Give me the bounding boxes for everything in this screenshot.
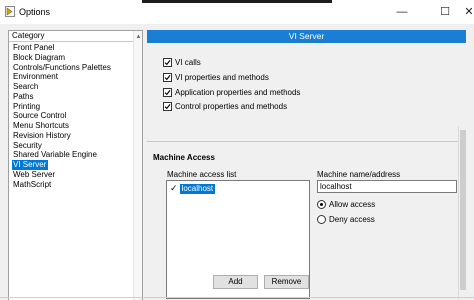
checkbox-row-vi-properties-methods[interactable]: VI properties and methods bbox=[163, 72, 269, 82]
checkbox-row-vi-calls[interactable]: VI calls bbox=[163, 57, 201, 67]
list-item[interactable]: ✓ localhost bbox=[170, 183, 216, 194]
category-header: Category bbox=[9, 31, 142, 42]
scroll-up-arrow-icon[interactable]: ▲ bbox=[135, 34, 142, 40]
window-title: Options bbox=[19, 7, 51, 17]
checkbox-label: Application properties and methods bbox=[175, 87, 301, 97]
radio-allow-access[interactable] bbox=[317, 199, 326, 209]
category-item-vi-server[interactable]: VI Server bbox=[12, 160, 49, 170]
machine-name-label: Machine name/address bbox=[317, 170, 401, 179]
section-divider bbox=[147, 141, 466, 142]
category-scrollbar[interactable]: ▲ bbox=[133, 31, 142, 300]
checkmark-icon bbox=[164, 74, 171, 80]
list-item-text: localhost bbox=[179, 183, 216, 194]
checkbox-vi-calls[interactable] bbox=[163, 57, 172, 67]
checkbox-application-properties-methods[interactable] bbox=[163, 87, 172, 97]
maximize-button[interactable]: ☐ bbox=[432, 3, 458, 21]
radio-label: Allow access bbox=[329, 199, 376, 209]
minimize-button[interactable]: — bbox=[389, 3, 415, 21]
checkbox-control-properties-methods[interactable] bbox=[163, 101, 172, 111]
machine-access-list-label: Machine access list bbox=[167, 170, 237, 179]
checkbox-row-application-properties-methods[interactable]: Application properties and methods bbox=[163, 87, 300, 97]
radio-deny-access[interactable] bbox=[317, 214, 326, 224]
background-window-strip bbox=[142, 0, 332, 3]
add-button[interactable]: Add bbox=[213, 275, 258, 289]
category-item-search[interactable]: Search bbox=[12, 82, 142, 92]
category-item-source-control[interactable]: Source Control bbox=[12, 111, 142, 121]
close-button[interactable]: ✕ bbox=[456, 3, 474, 21]
radio-row-deny-access[interactable]: Deny access bbox=[317, 214, 375, 224]
category-list: Front Panel Block Diagram Controls/Funct… bbox=[9, 42, 142, 189]
machine-name-input[interactable]: localhost bbox=[317, 180, 457, 193]
vi-server-panel: VI Server VI calls VI properties and met… bbox=[147, 30, 466, 300]
remove-button[interactable]: Remove bbox=[264, 275, 309, 289]
category-item-controls-functions-palettes[interactable]: Controls/Functions Palettes bbox=[12, 63, 142, 73]
bottom-divider bbox=[0, 297, 474, 298]
category-item-block-diagram[interactable]: Block Diagram bbox=[12, 53, 142, 63]
radio-row-allow-access[interactable]: Allow access bbox=[317, 199, 375, 209]
checkbox-vi-properties-methods[interactable] bbox=[163, 72, 172, 82]
category-item-front-panel[interactable]: Front Panel bbox=[12, 43, 142, 53]
category-item-security[interactable]: Security bbox=[12, 141, 142, 151]
checkmark-icon bbox=[164, 89, 171, 95]
category-item-menu-shortcuts[interactable]: Menu Shortcuts bbox=[12, 121, 142, 131]
checkbox-row-control-properties-methods[interactable]: Control properties and methods bbox=[163, 101, 287, 111]
category-item-web-server[interactable]: Web Server bbox=[12, 170, 142, 180]
checkbox-label: VI properties and methods bbox=[175, 72, 269, 82]
scrollbar-thumb[interactable] bbox=[460, 130, 466, 290]
category-item-printing[interactable]: Printing bbox=[12, 102, 142, 112]
checkmark-icon bbox=[164, 103, 171, 109]
checkbox-label: VI calls bbox=[175, 57, 201, 67]
radio-label: Deny access bbox=[329, 214, 375, 224]
panel-header: VI Server bbox=[147, 30, 466, 43]
category-item-environment[interactable]: Environment bbox=[12, 72, 142, 82]
options-app-icon bbox=[5, 6, 15, 17]
panel-scrollbar[interactable] bbox=[458, 126, 466, 300]
checkmark-icon: ✓ bbox=[170, 183, 178, 193]
category-item-paths[interactable]: Paths bbox=[12, 92, 142, 102]
category-item-revision-history[interactable]: Revision History bbox=[12, 131, 142, 141]
category-panel: Category Front Panel Block Diagram Contr… bbox=[8, 30, 143, 300]
category-item-shared-variable-engine[interactable]: Shared Variable Engine bbox=[12, 150, 142, 160]
checkmark-icon bbox=[164, 59, 171, 65]
machine-access-title: Machine Access bbox=[153, 153, 215, 162]
category-item-mathscript[interactable]: MathScript bbox=[12, 180, 142, 190]
title-bar: Options — ☐ ✕ bbox=[0, 0, 474, 24]
checkbox-label: Control properties and methods bbox=[175, 101, 288, 111]
